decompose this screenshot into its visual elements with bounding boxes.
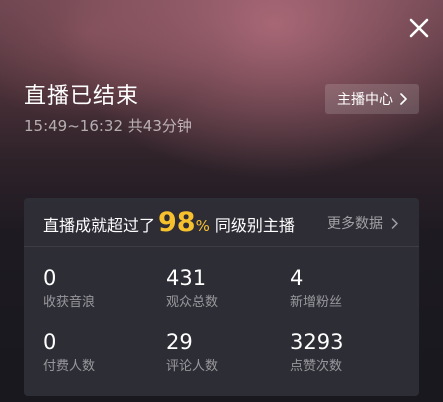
stat-label: 收获音浪: [43, 295, 96, 310]
live-summary-card: 直播成就超过了 98 % 同级别主播 更多数据 0 收获音浪 431 观众总数 …: [24, 198, 419, 396]
stat-paying-users: 0 付费人数: [43, 330, 153, 375]
stat-new-followers: 4 新增粉丝: [290, 266, 400, 311]
stat-value: 0: [43, 330, 57, 354]
achievement-row: 直播成就超过了 98 % 同级别主播 更多数据: [24, 198, 419, 247]
more-data-link[interactable]: 更多数据: [327, 213, 398, 233]
chevron-right-icon: [391, 217, 398, 229]
stat-value: 4: [290, 266, 304, 290]
stat-value: 29: [166, 330, 193, 354]
page-title: 直播已结束: [24, 84, 140, 109]
stat-value: 431: [166, 266, 207, 290]
achievement-percent-sign: %: [195, 217, 210, 235]
stat-label: 新增粉丝: [290, 295, 343, 310]
stat-value: 0: [43, 266, 57, 290]
stat-likes: 3293 点赞次数: [290, 330, 400, 375]
achievement-percent: 98: [158, 207, 196, 238]
chevron-right-icon: [400, 93, 407, 105]
live-time-range: 15:49~16:32 共43分钟: [24, 117, 192, 135]
anchor-center-button[interactable]: 主播中心: [325, 84, 419, 114]
stat-value: 3293: [290, 330, 344, 354]
achievement-prefix: 直播成就超过了: [43, 216, 156, 235]
more-data-label: 更多数据: [327, 216, 383, 232]
stat-label: 付费人数: [43, 359, 96, 374]
stat-total-viewers: 431 观众总数: [166, 266, 276, 311]
close-button[interactable]: [407, 16, 431, 40]
achievement-suffix: 同级别主播: [214, 216, 295, 235]
achievement-text: 直播成就超过了 98 % 同级别主播: [43, 207, 295, 238]
stat-label: 评论人数: [166, 359, 219, 374]
close-icon: [409, 18, 429, 38]
anchor-center-label: 主播中心: [337, 92, 393, 108]
stat-label: 观众总数: [166, 295, 219, 310]
stat-sound-waves: 0 收获音浪: [43, 266, 153, 311]
stat-label: 点赞次数: [290, 359, 343, 374]
stat-commenters: 29 评论人数: [166, 330, 276, 375]
